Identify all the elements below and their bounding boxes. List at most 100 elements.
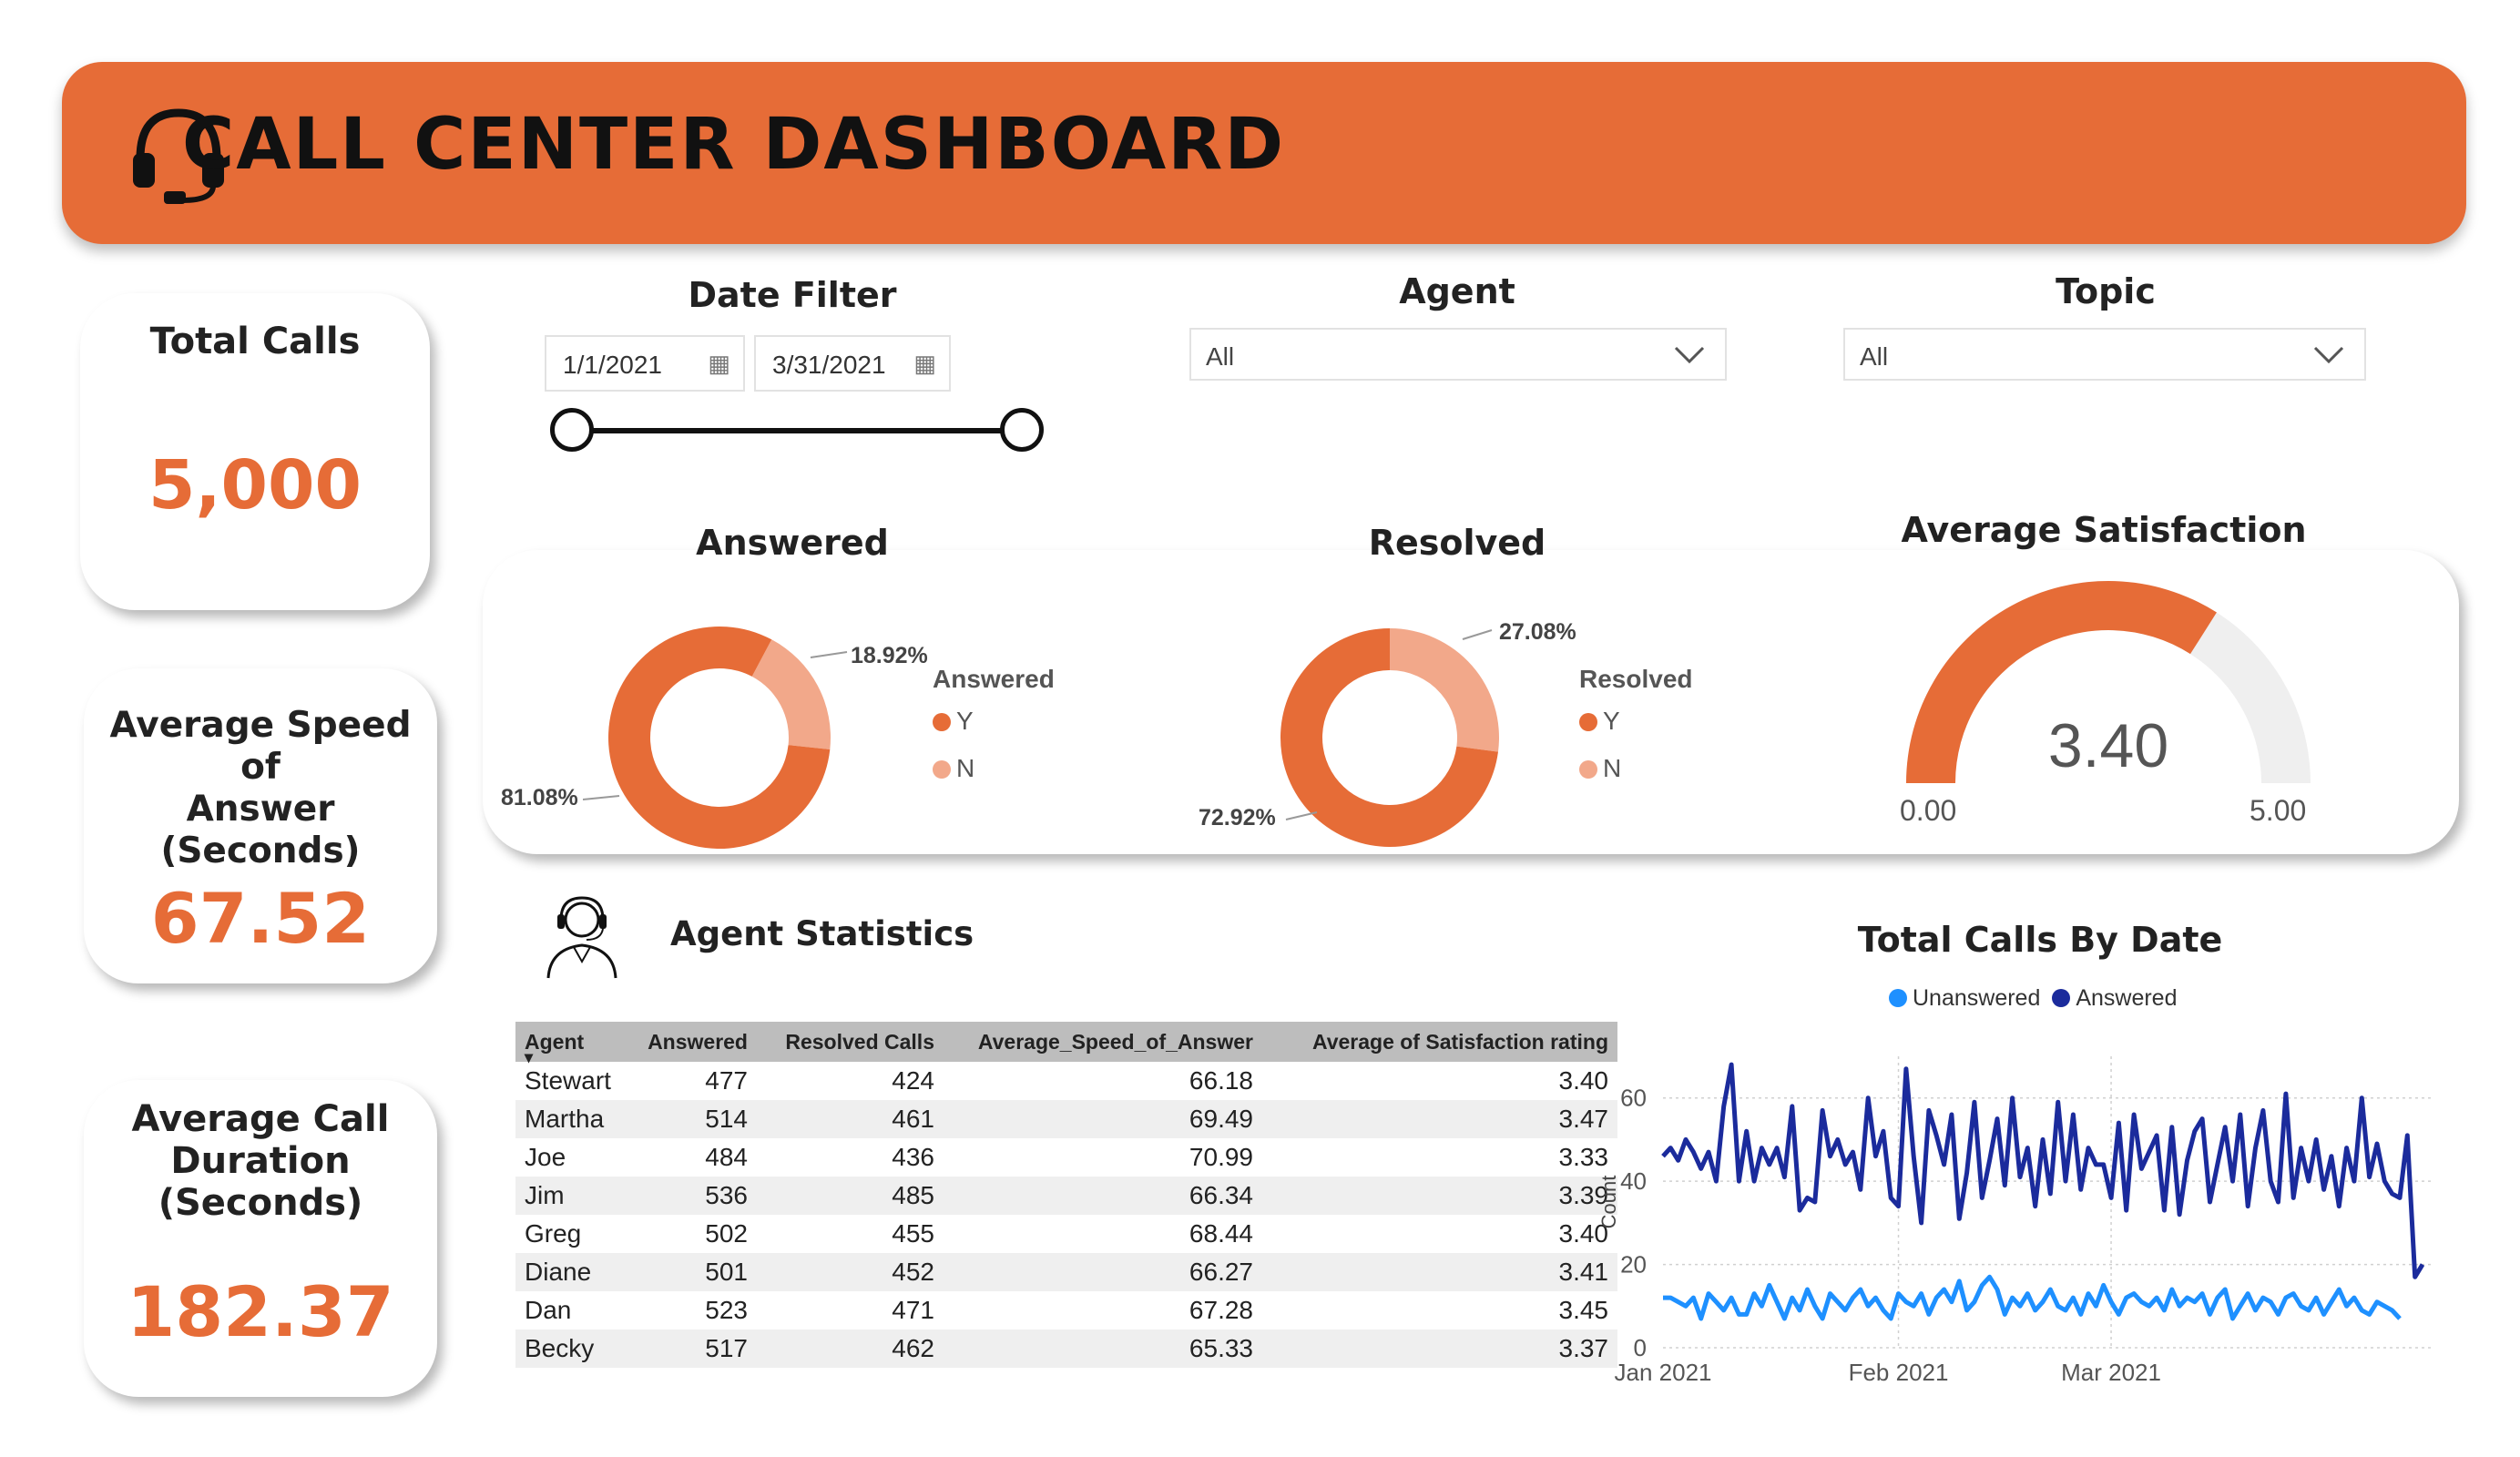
end-date-input[interactable]: 3/31/2021 ▦ [754,335,951,392]
series-line-unanswered[interactable] [1663,1274,2402,1321]
table-cell: 69.49 [944,1100,1262,1138]
satisfaction-value: 3.40 [2047,711,2169,780]
calendar-icon[interactable]: ▦ [913,350,936,378]
table-cell: Greg [525,1219,582,1248]
table-cell: 455 [892,1219,934,1248]
table-row[interactable]: Diane 501 452 66.27 3.41 [515,1253,1617,1291]
table-cell: 66.27 [944,1253,1262,1291]
legend-swatch-icon [1579,760,1597,779]
x-tick-label: Jan 2021 [1615,1359,1712,1386]
calls-by-date-chart: 0 20 40 60 Count Jan 2021 Feb 2021 Mar 2021 [1597,1056,2432,1386]
table-cell: 65.33 [944,1330,1262,1368]
table-cell: 70.99 [1189,1143,1253,1171]
table-cell: 501 [634,1253,757,1291]
chevron-down-icon[interactable] [1674,346,1705,364]
column-header[interactable]: Average_Speed_of_Answer [944,1022,1262,1062]
table-cell: 477 [705,1066,748,1095]
legend-swatch-icon [1579,713,1597,731]
resolved-n-label: 27.08% [1499,619,1576,645]
avg-duration-card: Average Call Duration (Seconds) 182.37 [84,1080,437,1397]
table-cell: 3.40 [1558,1066,1609,1095]
table-cell: 67.28 [1189,1296,1253,1324]
resolved-legend-y[interactable]: Y [1579,707,1620,736]
table-row[interactable]: Jim 536 485 66.34 3.39 [515,1177,1617,1215]
answered-legend-y[interactable]: Y [933,707,974,736]
table-cell: 462 [757,1330,944,1368]
resolved-title: Resolved [1368,523,1546,563]
column-header[interactable]: Answered [634,1022,757,1062]
table-row[interactable]: Dan 523 471 67.28 3.45 [515,1291,1617,1330]
table-cell: 536 [634,1177,757,1215]
agent-icon [546,896,617,979]
legend-swatch-icon [1889,989,1907,1007]
series-line-answered[interactable] [1661,1062,2425,1279]
start-date-input[interactable]: 1/1/2021 ▦ [545,335,745,392]
table-cell: 471 [892,1296,934,1324]
table-cell: 3.40 [1558,1219,1609,1248]
gauge-min-label: 0.00 [1900,794,1957,827]
agent-filter-title: Agent [1399,271,1515,311]
table-cell: 3.39 [1262,1177,1617,1215]
chevron-down-icon[interactable] [2313,346,2344,364]
date-filter-title: Date Filter [688,275,897,315]
answered-n-label: 18.92% [851,643,928,668]
page-title: CALL CENTER DASHBOARD [182,104,1286,186]
table-row[interactable]: Stewart 477 424 66.18 3.40 [515,1062,1617,1100]
date-slider-end-handle[interactable] [1000,408,1044,452]
avg-duration-value: 182.37 [127,1271,394,1352]
total-calls-card: Total Calls 5,000 [80,293,430,610]
calendar-icon[interactable]: ▦ [708,350,730,378]
resolved-y-label: 72.92% [1199,805,1276,830]
table-cell: 436 [892,1143,934,1171]
agent-dropdown[interactable]: All [1189,328,1727,381]
legend-unanswered[interactable]: Unanswered [1889,985,2040,1011]
column-header[interactable]: Agent ▾ [515,1022,634,1066]
y-tick-label: 60 [1620,1085,1647,1112]
agent-stats-title: Agent Statistics [670,914,974,953]
satisfaction-title: Average Satisfaction [1901,510,2307,550]
table-row[interactable]: Joe 484 436 70.99 3.33 [515,1138,1617,1177]
answered-title: Answered [696,523,889,563]
table-cell: 514 [634,1100,757,1138]
date-slider-track[interactable] [574,428,1025,433]
table-cell: Stewart [525,1066,611,1095]
resolved-legend-n[interactable]: N [1579,754,1621,783]
table-cell: Diane [515,1253,634,1291]
date-slider-start-handle[interactable] [550,408,594,452]
resolved-legend-title: Resolved [1579,665,1693,693]
answered-legend-title: Answered [933,665,1055,693]
table-cell: 3.45 [1558,1296,1609,1324]
table-cell: 517 [634,1330,757,1368]
table-cell: 523 [705,1296,748,1324]
table-cell: 502 [705,1219,748,1248]
x-tick-label: Mar 2021 [2061,1359,2161,1386]
avg-speed-label: Average Speed of Answer (Seconds) [109,705,412,871]
table-row[interactable]: Becky 517 462 65.33 3.37 [515,1330,1617,1368]
sort-arrow-icon[interactable]: ▾ [525,1048,533,1067]
table-cell: 424 [892,1066,934,1095]
table-cell: 452 [757,1253,944,1291]
table-cell: 3.41 [1262,1253,1617,1291]
table-cell: Dan [525,1296,572,1324]
legend-swatch-icon [933,713,951,731]
column-header[interactable]: Resolved Calls [757,1022,944,1062]
table-row[interactable]: Greg 502 455 68.44 3.40 [515,1215,1617,1253]
table-cell: 68.44 [1189,1219,1253,1248]
table-row[interactable]: Martha 514 461 69.49 3.47 [515,1100,1617,1138]
legend-answered[interactable]: Answered [2052,985,2177,1011]
answered-legend-n[interactable]: N [933,754,974,783]
table-cell: 484 [705,1143,748,1171]
column-header[interactable]: Average of Satisfaction rating [1262,1022,1617,1062]
table-cell: Joe [525,1143,566,1171]
y-tick-label: 0 [1634,1334,1647,1361]
agent-stats-table: Agent ▾ Answered Resolved Calls Average_Spee… [515,1022,1617,1368]
line-chart-legend: Unanswered Answered [1889,985,2177,1012]
table-cell: 3.47 [1262,1100,1617,1138]
answered-leaders [583,651,848,800]
topic-dropdown[interactable]: All [1843,328,2366,381]
avg-duration-label: Average Call Duration (Seconds) [131,1098,390,1224]
agent-stats-table-wrap: Agent ▾ Answered Resolved Calls Average_Spee… [515,1022,1617,1368]
total-calls-label: Total Calls [149,321,361,362]
table-cell: 461 [757,1100,944,1138]
table-cell: Becky [515,1330,634,1368]
